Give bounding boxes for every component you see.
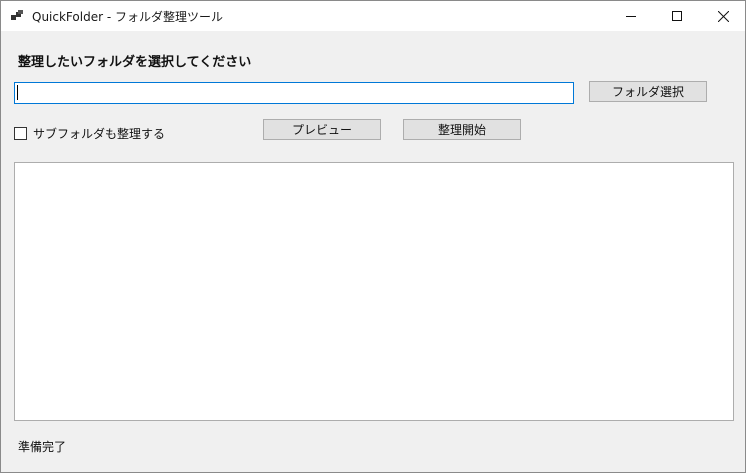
app-icon: [11, 10, 23, 20]
app-window: QuickFolder - フォルダ整理ツール 整理したいフォルダを選択してくだ…: [0, 0, 746, 473]
include-subfolders-label[interactable]: サブフォルダも整理する: [33, 125, 165, 142]
close-icon: [717, 10, 729, 22]
include-subfolders-checkbox[interactable]: [14, 127, 27, 140]
folder-path-input[interactable]: [14, 82, 574, 104]
start-organize-button[interactable]: 整理開始: [403, 119, 521, 140]
maximize-icon: [672, 11, 682, 21]
minimize-icon: [626, 16, 636, 17]
log-output-area[interactable]: [14, 162, 734, 421]
select-folder-button[interactable]: フォルダ選択: [589, 81, 707, 102]
status-label: 準備完了: [18, 440, 67, 454]
minimize-button[interactable]: [608, 1, 654, 31]
preview-button[interactable]: プレビュー: [263, 119, 381, 140]
close-button[interactable]: [700, 1, 746, 31]
text-caret: [17, 85, 18, 100]
instruction-heading: 整理したいフォルダを選択してください: [18, 55, 252, 70]
maximize-button[interactable]: [654, 1, 700, 31]
window-title: QuickFolder - フォルダ整理ツール: [32, 10, 223, 24]
include-subfolders-option[interactable]: サブフォルダも整理する: [14, 125, 165, 142]
title-bar[interactable]: QuickFolder - フォルダ整理ツール: [1, 1, 745, 31]
